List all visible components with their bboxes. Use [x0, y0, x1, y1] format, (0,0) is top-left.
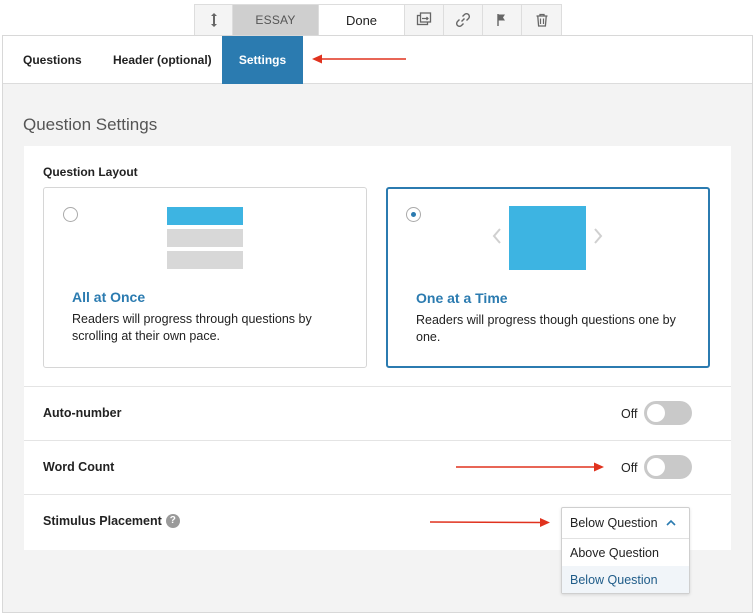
link-icon [455, 12, 471, 28]
chevron-up-icon [666, 519, 676, 526]
toggle-state-label: Off [621, 461, 638, 475]
illustration-bar [167, 251, 243, 269]
radio-all-at-once[interactable] [63, 207, 78, 222]
chevron-left-icon [492, 228, 501, 244]
flag-icon [497, 14, 505, 26]
question-type-label: ESSAY [233, 5, 319, 35]
done-button[interactable]: Done [319, 5, 405, 35]
tab-header[interactable]: Header (optional) [91, 36, 222, 84]
move-vertical-icon [210, 13, 217, 27]
annotation-arrow [456, 462, 604, 472]
layout-label: Question Layout [43, 165, 138, 179]
stimulus-placement-dropdown[interactable]: Below Question Above Question Below Ques… [561, 507, 690, 594]
annotation-arrow [429, 518, 550, 527]
auto-number-toggle[interactable] [644, 401, 692, 425]
question-toolbar: ESSAY Done [194, 4, 562, 36]
chevron-right-icon [594, 228, 603, 244]
link-button[interactable] [444, 5, 483, 35]
delete-button[interactable] [522, 5, 561, 35]
setting-row-word-count: Word Count Off [24, 440, 731, 494]
tab-settings[interactable]: Settings [222, 36, 303, 84]
illustration-box [509, 206, 586, 270]
option-title: One at a Time [416, 290, 508, 306]
dropdown-option-above[interactable]: Above Question [562, 539, 689, 566]
stimulus-label: Stimulus Placement [43, 514, 162, 528]
illustration-bar [167, 229, 243, 247]
dropdown-value: Below Question [570, 516, 658, 530]
toggle-knob [647, 404, 665, 422]
setting-label: Stimulus Placement? [43, 513, 180, 529]
trash-icon [536, 13, 547, 27]
settings-card: Question Layout All at Once Readers will… [24, 146, 731, 550]
swap-button[interactable] [405, 5, 444, 35]
annotation-arrow [312, 54, 406, 64]
move-button[interactable] [195, 5, 233, 35]
illustration-bar [167, 207, 243, 225]
layout-option-all-at-once[interactable]: All at Once Readers will progress throug… [43, 187, 367, 368]
flag-button[interactable] [483, 5, 522, 35]
dropdown-option-below[interactable]: Below Question [562, 566, 689, 593]
setting-row-auto-number: Auto-number Off [24, 386, 731, 440]
toggle-knob [647, 458, 665, 476]
option-description: Readers will progress though questions o… [416, 313, 676, 344]
toggle-state-label: Off [621, 407, 638, 421]
option-description: Readers will progress through questions … [72, 312, 312, 343]
option-title: All at Once [72, 289, 146, 305]
radio-one-at-a-time[interactable] [406, 207, 421, 222]
swap-icon [416, 12, 432, 26]
setting-label: Auto-number [43, 406, 122, 420]
section-title: Question Settings [23, 115, 158, 134]
word-count-toggle[interactable] [644, 455, 692, 479]
help-icon[interactable]: ? [165, 513, 180, 528]
dropdown-selected[interactable]: Below Question [562, 508, 689, 539]
setting-label: Word Count [43, 460, 115, 474]
tab-questions[interactable]: Questions [3, 36, 91, 84]
layout-option-one-at-a-time[interactable]: One at a Time Readers will progress thou… [386, 187, 710, 368]
